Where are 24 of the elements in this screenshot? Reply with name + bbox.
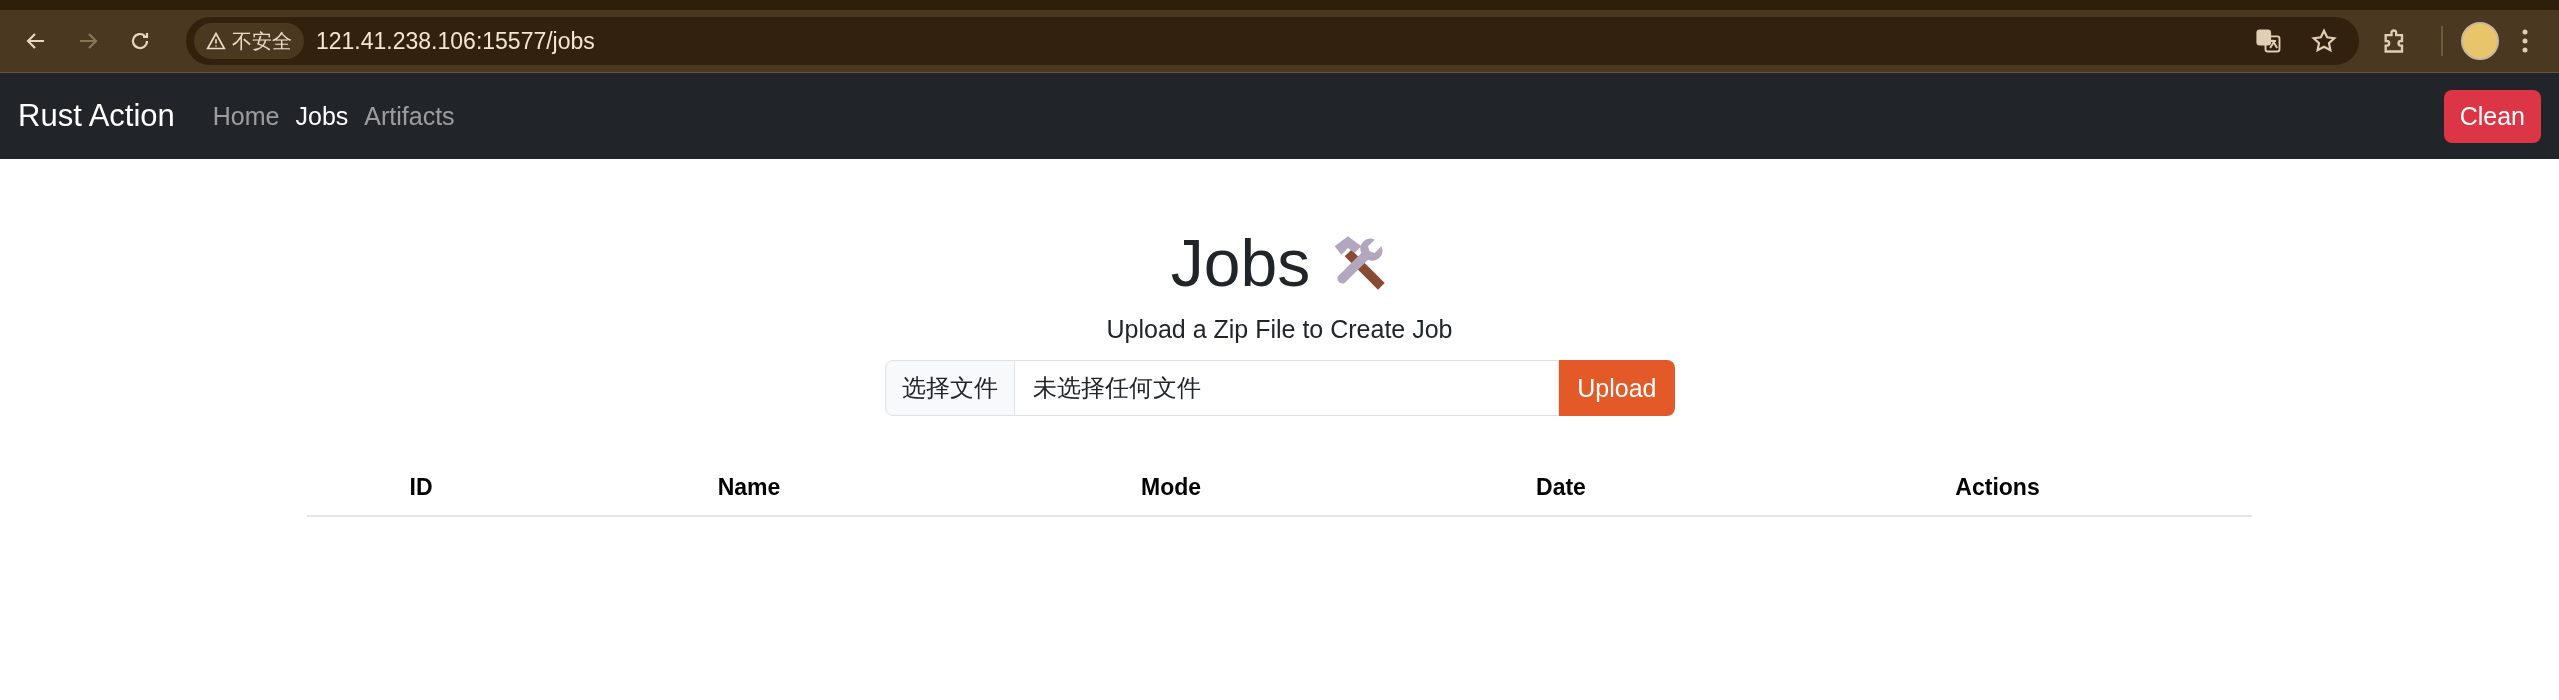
- nav-link[interactable]: Artifacts: [356, 93, 463, 139]
- column-header: Mode: [1139, 473, 1203, 502]
- security-chip[interactable]: 不安全: [194, 23, 304, 59]
- nav-link[interactable]: Home: [204, 93, 288, 139]
- clean-button[interactable]: Clean: [2443, 89, 2541, 143]
- address-bar[interactable]: 不安全 121.41.238.106:15577/jobs: [186, 17, 2359, 65]
- subtitle: Upload a Zip File to Create Job: [1106, 315, 1453, 344]
- column-header: Date: [1535, 473, 1587, 502]
- profile-avatar[interactable]: [2461, 22, 2499, 60]
- column-header: Actions: [1954, 473, 2041, 502]
- brand-link[interactable]: Rust Action: [18, 98, 175, 134]
- translate-icon[interactable]: [2255, 27, 2283, 55]
- choose-file-button[interactable]: 选择文件: [884, 360, 1015, 416]
- file-name-field[interactable]: 未选择任何文件: [1014, 360, 1560, 416]
- upload-button[interactable]: Upload: [1559, 360, 1675, 416]
- url-text: 121.41.238.106:15577/jobs: [316, 27, 596, 55]
- security-label: 不安全: [232, 28, 292, 54]
- column-header: Name: [716, 473, 782, 502]
- star-icon[interactable]: [2311, 28, 2337, 54]
- nav-link[interactable]: Jobs: [287, 93, 357, 139]
- column-header: ID: [408, 473, 434, 502]
- page-title: Jobs: [1170, 225, 1311, 301]
- menu-icon[interactable]: [2521, 28, 2529, 54]
- warning-icon: [206, 31, 226, 51]
